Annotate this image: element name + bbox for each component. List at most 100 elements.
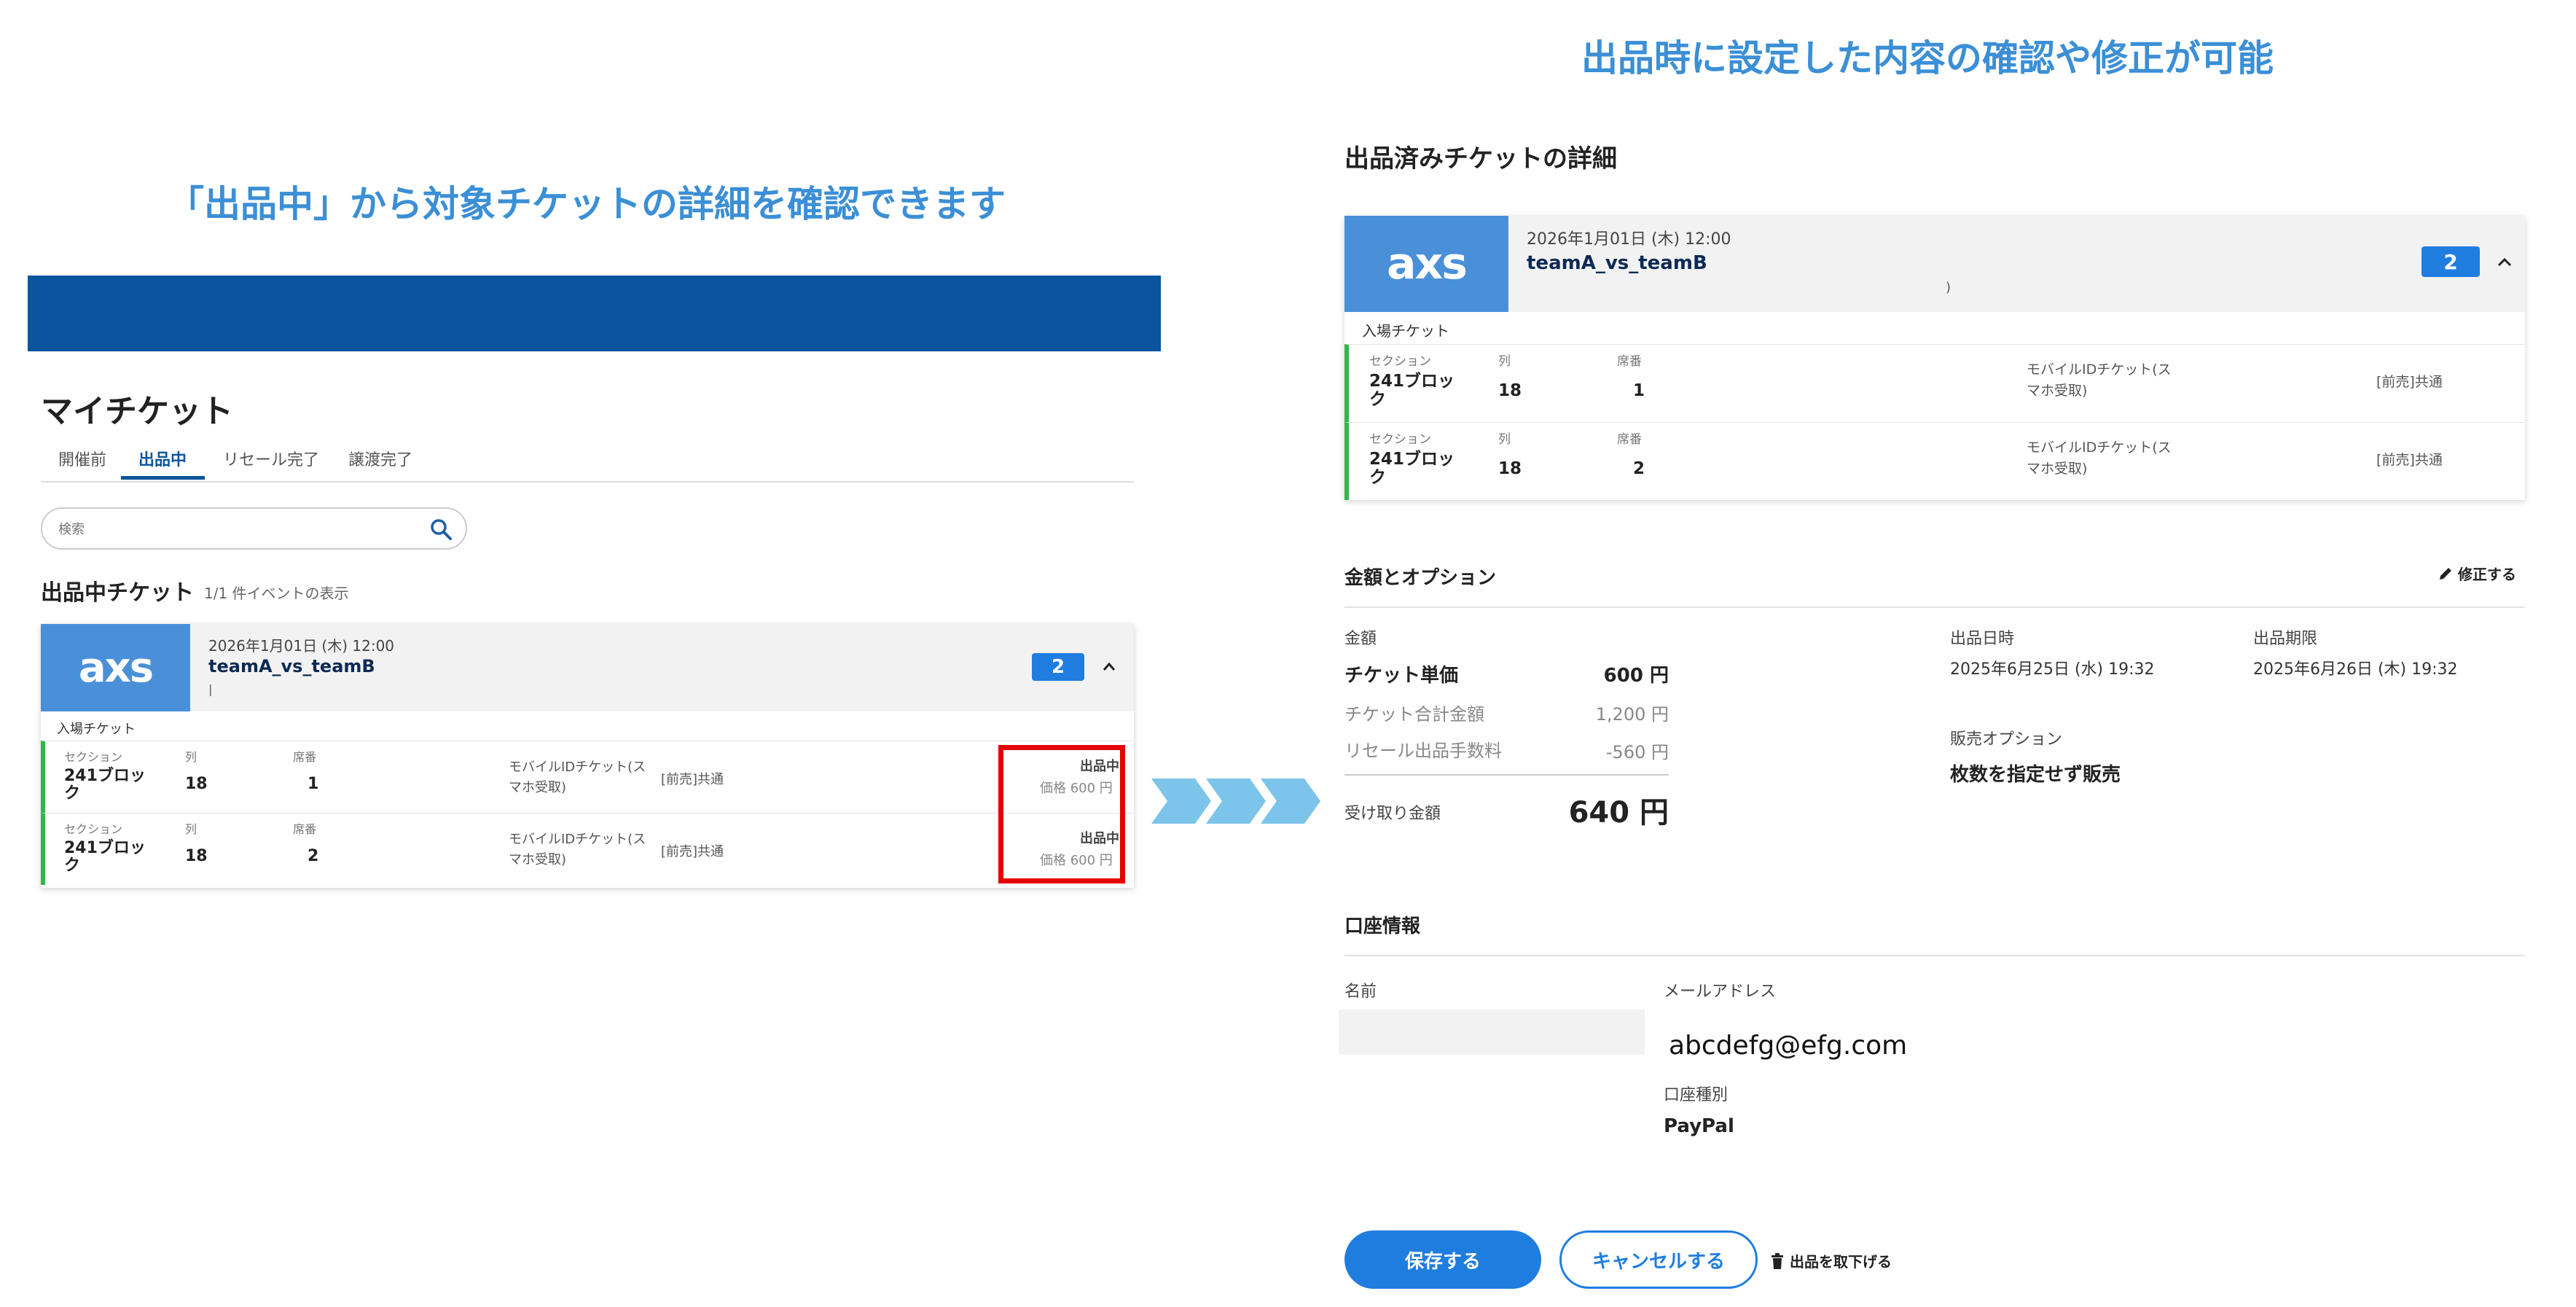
tab-transfer-complete[interactable]: 譲渡完了 <box>348 447 412 470</box>
axs-logo: axs <box>41 624 190 711</box>
fee-value: -560 円 <box>1605 742 1669 762</box>
cancel-button[interactable]: キャンセルする <box>1559 1230 1758 1289</box>
left-screen: マイチケット 開催前 出品中 リセール完了 譲渡完了 出品中チケット 1/1 件… <box>28 276 1161 895</box>
section-value: 241ブロック <box>1369 450 1455 487</box>
fee-label: リセール出品手数料 <box>1344 741 1502 761</box>
unit-price-value: 600 円 <box>1603 665 1669 687</box>
price-type: [前売]共通 <box>661 772 724 787</box>
active-tab-indicator <box>121 476 205 480</box>
detail-title: 出品済みチケットの詳細 <box>1344 144 1617 173</box>
total-value: 1,200 円 <box>1595 704 1669 725</box>
tab-upcoming[interactable]: 開催前 <box>58 447 106 470</box>
account-section-title: 口座情報 <box>1344 916 1421 937</box>
listed-at-label: 出品日時 <box>1950 630 2015 648</box>
receive-value: 640 円 <box>1568 796 1669 830</box>
listed-at-value: 2025年6月25日 (水) 19:32 <box>1950 660 2155 679</box>
ticket-type: モバイルIDチケット(スマホ受取) <box>509 760 646 795</box>
caption-left: 「出品中」から対象チケットの詳細を確認できます <box>168 183 1006 225</box>
row-label: 列 <box>185 822 197 836</box>
event-subtext: ) <box>1946 280 1951 295</box>
event-date: 2026年1月01日 (木) 12:00 <box>208 637 395 655</box>
save-button[interactable]: 保存する <box>1344 1230 1541 1289</box>
ticket-row[interactable]: セクション 241ブロック 列 18 席番 2 モバイルIDチケット(スマホ受取… <box>1344 422 2525 500</box>
sale-option-value: 枚数を指定せず販売 <box>1950 764 2121 786</box>
row-value: 18 <box>1498 459 1522 478</box>
ticket-count-badge: 2 <box>1032 653 1084 681</box>
event-name: teamA_vs_teamB <box>208 656 375 676</box>
event-date: 2026年1月01日 (木) 12:00 <box>1527 230 1731 249</box>
listing-title: 出品中チケット <box>41 580 194 606</box>
section-label: セクション <box>64 822 123 836</box>
deadline-label: 出品期限 <box>2253 630 2318 648</box>
ticket-row[interactable]: セクション 241ブロック 列 18 席番 1 モバイルIDチケット(スマホ受取… <box>41 741 1134 813</box>
site-header <box>28 276 1161 351</box>
section-label: セクション <box>1369 432 1431 447</box>
row-value: 18 <box>1498 381 1522 400</box>
divider <box>1344 774 1669 776</box>
name-value-field <box>1339 1010 1645 1055</box>
withdraw-label: 出品を取下げる <box>1790 1253 1892 1271</box>
receive-label: 受け取り金額 <box>1344 805 1441 823</box>
tab-listing[interactable]: 出品中 <box>138 447 187 470</box>
chevron-arrows-icon <box>1151 779 1320 824</box>
section-label: セクション <box>64 750 123 764</box>
email-value: abcdefg@efg.com <box>1669 1031 1908 1061</box>
axs-logo: axs <box>1344 216 1508 312</box>
seat-label: 席番 <box>293 750 317 764</box>
price-type: [前売]共通 <box>2376 374 2443 390</box>
edit-link[interactable]: 修正する <box>2438 563 2516 584</box>
chevron-up-icon[interactable] <box>2496 254 2513 271</box>
name-label: 名前 <box>1344 983 1377 1001</box>
caption-right: 出品時に設定した内容の確認や修正が可能 <box>1581 37 2274 79</box>
seat-value: 1 <box>1633 381 1645 400</box>
deadline-value: 2025年6月26日 (木) 19:32 <box>2253 660 2458 679</box>
chevron-up-icon[interactable] <box>1101 659 1117 675</box>
ticket-row[interactable]: セクション 241ブロック 列 18 席番 2 モバイルIDチケット(スマホ受取… <box>41 813 1134 885</box>
edit-label: 修正する <box>2458 566 2516 583</box>
entry-ticket-label: 入場チケット <box>1362 322 1449 340</box>
account-type-value: PayPal <box>1664 1115 1734 1137</box>
withdraw-listing-link[interactable]: 出品を取下げる <box>1771 1250 1892 1271</box>
price-type: [前売]共通 <box>2376 452 2443 468</box>
ticket-type: モバイルIDチケット(スマホ受取) <box>2027 440 2172 477</box>
sale-option-label: 販売オプション <box>1950 730 2063 749</box>
section-value: 241ブロック <box>64 767 146 803</box>
event-subtext: | <box>208 682 213 696</box>
section-value: 241ブロック <box>64 839 146 875</box>
seat-label: 席番 <box>1617 432 1642 447</box>
listing-count: 1/1 件イベントの表示 <box>204 585 349 602</box>
ticket-type: モバイルIDチケット(スマホ受取) <box>2027 362 2172 399</box>
total-label: チケット合計金額 <box>1344 704 1484 725</box>
event-card[interactable]: axs 2026年1月01日 (木) 12:00 teamA_vs_teamB … <box>1344 216 2525 500</box>
event-card-header <box>41 624 1134 711</box>
seat-value: 2 <box>1633 459 1645 478</box>
search-icon[interactable] <box>429 518 453 541</box>
event-card[interactable]: axs 2026年1月01日 (木) 12:00 teamA_vs_teamB … <box>41 624 1134 888</box>
tab-divider <box>41 481 1134 483</box>
search-box <box>41 507 467 550</box>
section-value: 241ブロック <box>1369 372 1455 409</box>
account-type-label: 口座種別 <box>1664 1086 1729 1104</box>
entry-ticket-label: 入場チケット <box>57 722 136 737</box>
search-input[interactable] <box>58 519 408 539</box>
ticket-row[interactable]: セクション 241ブロック 列 18 席番 1 モバイルIDチケット(スマホ受取… <box>1344 344 2525 422</box>
row-value: 18 <box>185 775 208 793</box>
divider <box>1344 955 2525 956</box>
email-label: メールアドレス <box>1664 983 1777 1001</box>
ticket-count-badge: 2 <box>2422 246 2480 277</box>
trash-icon <box>1772 1252 1783 1269</box>
event-name: teamA_vs_teamB <box>1527 252 1707 274</box>
row-label: 列 <box>185 750 197 764</box>
row-label: 列 <box>1498 432 1511 447</box>
tab-resale-complete[interactable]: リセール完了 <box>223 447 319 470</box>
seat-value: 2 <box>308 847 319 865</box>
price-type: [前売]共通 <box>661 844 724 859</box>
highlight-box <box>998 745 1125 883</box>
seat-label: 席番 <box>1617 354 1642 369</box>
amount-label: 金額 <box>1344 630 1377 648</box>
seat-value: 1 <box>308 775 319 793</box>
page-title: マイチケット <box>41 393 233 430</box>
unit-price-label: チケット単価 <box>1344 665 1459 687</box>
seat-label: 席番 <box>293 822 317 836</box>
row-label: 列 <box>1498 354 1511 369</box>
